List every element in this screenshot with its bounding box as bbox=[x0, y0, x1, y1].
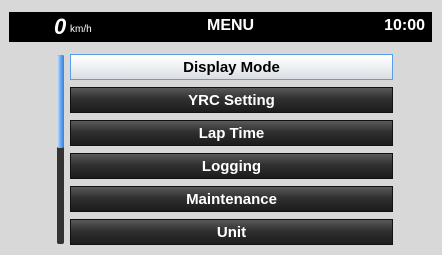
menu-list: Display Mode YRC Setting Lap Time Loggin… bbox=[70, 54, 393, 252]
menu-item-display-mode[interactable]: Display Mode bbox=[70, 54, 393, 80]
menu-item-lap-time[interactable]: Lap Time bbox=[70, 120, 393, 146]
speed-value: 0 bbox=[54, 14, 67, 39]
scrollbar-thumb[interactable] bbox=[57, 55, 64, 148]
menu-item-logging[interactable]: Logging bbox=[70, 153, 393, 179]
display-screen: 0 km/h MENU 10:00 Display Mode YRC Setti… bbox=[0, 0, 442, 255]
clock: 10:00 bbox=[384, 17, 425, 34]
menu-item-yrc-setting[interactable]: YRC Setting bbox=[70, 87, 393, 113]
page-title: MENU bbox=[207, 17, 255, 34]
scrollbar[interactable] bbox=[57, 55, 64, 244]
menu-item-unit[interactable]: Unit bbox=[70, 219, 393, 245]
menu-item-maintenance[interactable]: Maintenance bbox=[70, 186, 393, 212]
speed-unit: km/h bbox=[70, 24, 92, 35]
status-bar: 0 km/h MENU 10:00 bbox=[9, 12, 432, 42]
